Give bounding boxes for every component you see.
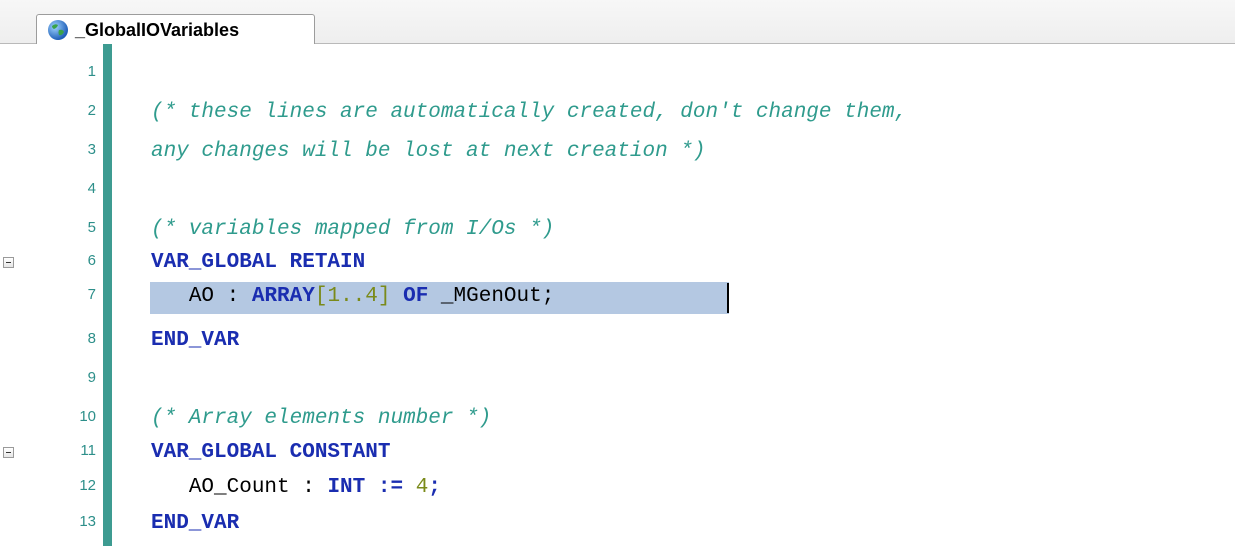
number-literal: 4 [415, 476, 429, 499]
tab-global-io-variables[interactable]: _GlobalIOVariables [36, 14, 315, 45]
code-line-10: 10 (* Array elements number *) [0, 403, 1235, 436]
code-line-6: 6 VAR_GLOBAL RETAIN [0, 247, 1235, 280]
keyword-text: VAR_GLOBAL CONSTANT [151, 441, 391, 464]
number-literal: 1..4 [327, 285, 378, 308]
comment-text: (* Array elements number *) [151, 407, 492, 430]
fold-toggle-icon[interactable] [3, 447, 14, 458]
line-number: 8 [87, 330, 96, 347]
code-line-1: 1 [0, 58, 1235, 91]
comment-text: any changes will be lost at next creatio… [151, 140, 706, 163]
identifier: AO [188, 285, 215, 308]
code-line-2: 2 (* these lines are automatically creat… [0, 97, 1235, 130]
keyword-text: VAR_GLOBAL RETAIN [151, 251, 366, 274]
identifier: AO_Count [188, 476, 290, 499]
code-text: AO_Count : INT := 4; [188, 476, 441, 499]
line-number: 10 [79, 408, 96, 425]
keyword-text: END_VAR [151, 329, 240, 352]
keyword: INT [327, 476, 366, 499]
fold-toggle-icon[interactable] [3, 257, 14, 268]
line-number: 3 [87, 141, 96, 158]
code-line-8: 8 END_VAR [0, 325, 1235, 358]
code-line-4: 4 [0, 175, 1235, 208]
line-number: 11 [80, 442, 96, 459]
comment-text: (* these lines are automatically created… [151, 101, 908, 124]
line-number: 13 [79, 513, 96, 530]
text-cursor [727, 283, 729, 313]
code-text: AO : ARRAY[1..4] OF _MGenOut; [188, 285, 555, 308]
line-number: 2 [87, 102, 96, 119]
code-editor[interactable]: 1 2 (* these lines are automatically cre… [0, 44, 1235, 546]
code-line-13: 13 END_VAR [0, 508, 1235, 541]
editor-tab-bar: _GlobalIOVariables [0, 0, 1235, 45]
code-line-9: 9 [0, 364, 1235, 397]
globe-icon [48, 20, 68, 40]
line-number: 7 [87, 286, 96, 303]
tab-label: _GlobalIOVariables [75, 19, 240, 40]
line-number: 9 [87, 369, 96, 386]
code-line-5: 5 (* variables mapped from I/Os *) [0, 214, 1235, 247]
line-number: 5 [87, 219, 96, 236]
code-line-11: 11 VAR_GLOBAL CONSTANT [0, 437, 1235, 470]
line-number: 1 [87, 63, 96, 80]
comment-text: (* variables mapped from I/Os *) [151, 218, 555, 241]
identifier: _MGenOut; [440, 285, 555, 308]
keyword-text: END_VAR [151, 512, 240, 535]
keyword: OF [390, 285, 441, 308]
keyword: ARRAY [251, 285, 315, 308]
line-number: 12 [79, 477, 96, 494]
line-number: 6 [87, 252, 96, 269]
code-line-12: 12 AO_Count : INT := 4; [0, 472, 1235, 505]
line-number: 4 [87, 180, 96, 197]
code-line-7: 7 AO : ARRAY[1..4] OF _MGenOut; [0, 281, 1235, 314]
code-line-3: 3 any changes will be lost at next creat… [0, 136, 1235, 169]
